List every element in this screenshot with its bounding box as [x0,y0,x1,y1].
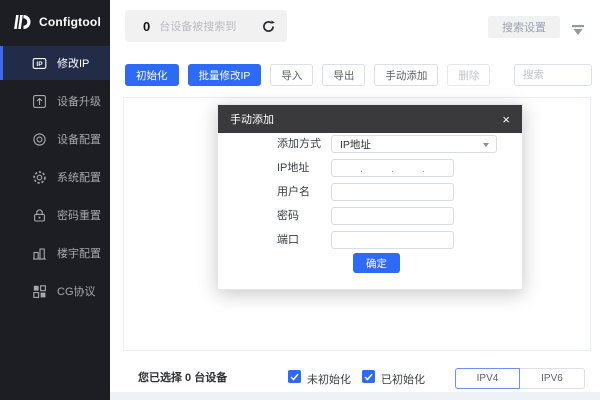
port-label: 端口 [277,234,299,246]
port-field[interactable] [331,231,454,249]
ip-separator: . [422,163,425,175]
app-window: Configtool IP 修改IP 设备升级 设备配置 系统配置 密码重置 楼… [0,0,600,400]
sidebar-item-label: 密码重置 [57,210,101,222]
sidebar-item-label: 设备升级 [57,96,101,108]
sidebar-item-device-upgrade[interactable]: 设备升级 [0,84,110,118]
password-row: 密码 [218,207,522,225]
svg-text:IP: IP [36,61,43,68]
logo-icon [12,12,32,32]
search-settings-button[interactable]: 搜索设置 [488,16,560,38]
sidebar-item-label: 修改IP [57,58,90,70]
batch-modify-ip-button[interactable]: 批量修改IP [187,64,262,86]
system-config-icon [32,170,47,185]
selection-count-text: 您已选择 0 台设备 [138,372,228,384]
modal-title: 手动添加 [230,114,274,126]
device-count: 0 [143,18,151,34]
ipv4-button[interactable]: IPV4 [455,368,520,389]
sidebar-item-label: 设备配置 [57,134,101,146]
device-count-box: 0 台设备被搜索到 [125,10,287,42]
ip-separator: . [360,163,363,175]
checkbox-initialized-label[interactable]: 已初始化 [381,371,425,387]
sidebar-menu: IP 修改IP 设备升级 设备配置 系统配置 密码重置 楼宇配置 CG协议 [0,46,110,308]
password-label: 密码 [277,210,299,222]
sidebar-item-modify-ip[interactable]: IP 修改IP [0,46,110,80]
username-field[interactable] [331,183,454,201]
sidebar-item-password-reset[interactable]: 密码重置 [0,198,110,232]
device-config-icon [32,132,47,147]
sidebar: Configtool IP 修改IP 设备升级 设备配置 系统配置 密码重置 楼… [0,0,110,400]
username-row: 用户名 [218,183,522,201]
ip-address-row: IP地址 . . . [218,159,522,177]
port-row: 端口 [218,231,522,249]
add-method-label: 添加方式 [277,138,321,150]
import-button[interactable]: 导入 [270,64,314,86]
confirm-button[interactable]: 确定 [353,253,400,273]
toolbar: 初始化 批量修改IP 导入 导出 手动添加 删除 [125,64,592,86]
add-method-row: 添加方式 IP地址 [218,135,522,153]
close-icon[interactable]: × [502,113,510,126]
sidebar-item-cg-protocol[interactable]: CG协议 [0,274,110,308]
ipv6-button[interactable]: IPV6 [520,368,585,389]
add-method-select[interactable]: IP地址 [331,135,497,153]
checkbox-uninitialized[interactable] [288,370,301,383]
sidebar-item-system-config[interactable]: 系统配置 [0,160,110,194]
refresh-icon[interactable] [259,17,277,35]
toolbar-search-input[interactable] [514,64,592,86]
sidebar-item-device-config[interactable]: 设备配置 [0,122,110,156]
building-config-icon [32,246,47,261]
filter-collapse-icon[interactable] [571,24,585,36]
init-button[interactable]: 初始化 [125,64,179,86]
device-upgrade-icon [32,94,47,109]
password-reset-icon [32,208,47,223]
sidebar-item-label: CG协议 [57,286,96,298]
chevron-down-icon [483,143,489,147]
ip-address-label: IP地址 [277,162,310,174]
modal-header: 手动添加 × [218,105,522,133]
checkbox-initialized[interactable] [362,370,375,383]
password-field[interactable] [331,207,454,225]
ip-icon: IP [32,56,47,71]
sidebar-item-building-config[interactable]: 楼宇配置 [0,236,110,270]
add-method-value: IP地址 [340,138,371,151]
bottom-strip [110,392,600,400]
delete-button[interactable]: 删除 [447,64,491,86]
logo: Configtool [0,0,110,42]
manual-add-modal: 手动添加 × 添加方式 IP地址 IP地址 . . . 用户名 密码 端口 确定 [217,104,523,290]
ip-address-input[interactable]: . . . [331,159,454,177]
sidebar-item-label: 系统配置 [57,172,101,184]
manual-add-button[interactable]: 手动添加 [374,64,439,86]
sidebar-item-label: 楼宇配置 [57,248,101,260]
cg-protocol-icon [32,284,47,299]
ip-separator: . [391,163,394,175]
app-title: Configtool [39,15,101,29]
device-count-text: 台设备被搜索到 [159,21,237,33]
username-label: 用户名 [277,186,310,198]
export-button[interactable]: 导出 [322,64,366,86]
checkbox-uninitialized-label[interactable]: 未初始化 [307,371,351,387]
